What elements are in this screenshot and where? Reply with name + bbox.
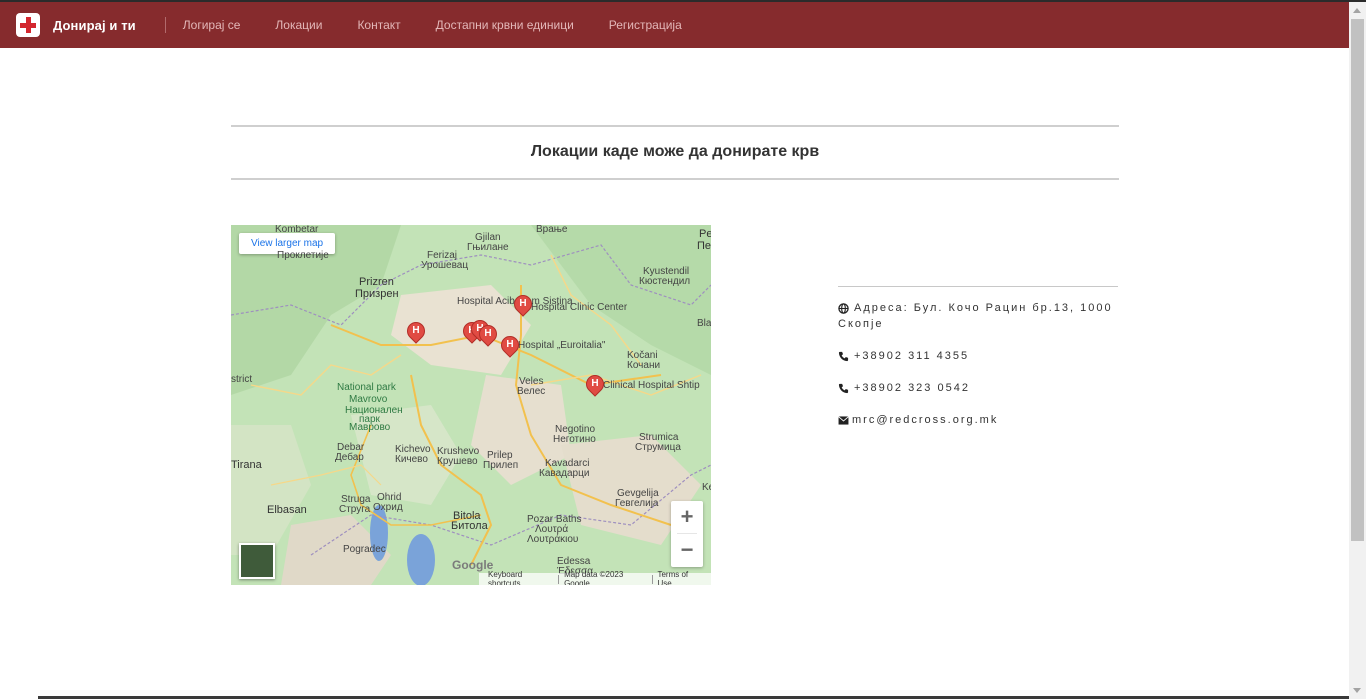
map-label-kavadarci-cyr: Кавадарци bbox=[539, 468, 590, 479]
phone-icon bbox=[838, 351, 850, 362]
map-label-bitola-cyr: Битола bbox=[451, 520, 488, 532]
zoom-out-button[interactable]: − bbox=[671, 534, 703, 566]
map-label-proklet: Проклетије bbox=[277, 250, 329, 261]
globe-icon bbox=[838, 302, 850, 314]
map-label-gnjilane: Гњилане bbox=[467, 242, 509, 253]
brand[interactable]: Донирај и ти bbox=[16, 13, 136, 37]
phone-icon bbox=[838, 383, 850, 394]
nav-link-contact[interactable]: Контакт bbox=[357, 18, 400, 32]
map-label-krushevo-cyr: Крушево bbox=[437, 456, 478, 467]
map-label-mavrovo-cyr: Маврово bbox=[349, 422, 391, 433]
nav-divider bbox=[164, 17, 166, 33]
map-label-negotino-cyr: Неготино bbox=[553, 434, 596, 445]
nav-links: Логирај се Локации Контакт Достапни крвн… bbox=[183, 18, 717, 32]
contact-address: Адреса: Бул. Кочо Рацин бр.13, 1000 Скоп… bbox=[838, 300, 1118, 332]
map-zoom-controls: + − bbox=[671, 501, 703, 567]
map-label-elbasan: Elbasan bbox=[267, 504, 307, 516]
address-text: Адреса: Бул. Кочо Рацин бр.13, 1000 Скоп… bbox=[838, 302, 1113, 330]
map-label-urosevac: Урошевац bbox=[421, 260, 469, 271]
phone-2-text[interactable]: +38902 323 0542 bbox=[854, 382, 970, 394]
map-label-kichevo-cyr: Кичево bbox=[395, 454, 428, 465]
nav-link-locations[interactable]: Локации bbox=[275, 18, 322, 32]
contact-email: mrc@redcross.org.mk bbox=[838, 412, 1118, 428]
envelope-icon bbox=[838, 415, 850, 425]
scroll-down-arrow-icon[interactable] bbox=[1353, 688, 1361, 693]
navbar: Донирај и ти Логирај се Локации Контакт … bbox=[0, 2, 1349, 48]
phone-1-text[interactable]: +38902 311 4355 bbox=[854, 350, 969, 362]
map-layer-toggle[interactable] bbox=[239, 543, 275, 579]
map-attribution: Keyboard shortcuts Map data ©2023 Google… bbox=[479, 570, 711, 585]
map-label-struga-cyr: Струга bbox=[339, 504, 371, 515]
map-label-veles-cyr: Велес bbox=[517, 386, 546, 397]
locations-map[interactable]: View larger map Kombetar Врање Pe Пе Про… bbox=[231, 225, 711, 585]
contact-rule bbox=[838, 286, 1118, 287]
brand-name[interactable]: Донирај и ти bbox=[53, 18, 136, 33]
map-label-strumica-cyr: Струмица bbox=[635, 442, 681, 453]
keyboard-shortcuts-link[interactable]: Keyboard shortcuts bbox=[483, 570, 558, 585]
map-label-kyustendil-cyr: Кюстендил bbox=[639, 276, 691, 287]
map-label-pe: Pe bbox=[699, 228, 711, 240]
email-text[interactable]: mrc@redcross.org.mk bbox=[852, 414, 998, 426]
map-label-ohrid-cyr: Охрид bbox=[373, 502, 403, 513]
map-label-prizren: Prizren bbox=[359, 276, 394, 288]
terms-link[interactable]: Terms of Use bbox=[652, 570, 707, 585]
map-label-hospital-clinic: Hospital Clinic Center bbox=[531, 302, 628, 313]
scroll-up-arrow-icon[interactable] bbox=[1353, 8, 1361, 13]
zoom-in-button[interactable]: + bbox=[671, 501, 703, 533]
map-label-ke: Ke bbox=[702, 482, 711, 493]
map-label-vranje: Врање bbox=[536, 225, 568, 235]
map-label-clinical-shtip: Clinical Hospital Shtip bbox=[603, 380, 700, 391]
map-label-mavrovo: Mavrovo bbox=[349, 394, 388, 405]
map-label-pogradec: Pogradec bbox=[343, 544, 386, 555]
nav-link-login[interactable]: Логирај се bbox=[183, 18, 241, 32]
map-label-strict: strict bbox=[231, 374, 253, 385]
contact-phone-2: +38902 323 0542 bbox=[838, 380, 1118, 396]
map-label-kocani-cyr: Кочани bbox=[627, 360, 661, 371]
nav-link-blood-units[interactable]: Достапни крвни единици bbox=[436, 18, 574, 32]
map-label-prilep-cyr: Прилеп bbox=[483, 460, 519, 471]
map-label-prizren-cyr: Призрен bbox=[355, 288, 399, 300]
map-label-pe-cyr: Пе bbox=[697, 240, 711, 252]
title-top-rule bbox=[231, 125, 1119, 127]
map-label-pozar-3: Λουτράκιου bbox=[527, 534, 579, 545]
nav-link-register[interactable]: Регистрација bbox=[609, 18, 682, 32]
map-label-gevgelija-cyr: Гевгелија bbox=[615, 498, 659, 509]
map-label-bla: Bla bbox=[697, 318, 711, 329]
title-bottom-rule bbox=[231, 178, 1119, 180]
map-label-kombetar: Kombetar bbox=[275, 225, 319, 235]
cross-logo-icon bbox=[16, 13, 40, 37]
map-label-tirana: Tirana bbox=[231, 459, 262, 471]
map-label-national-park: National park bbox=[337, 382, 396, 393]
map-label-hospital-euroitalia: Hospital „Euroitalia" bbox=[518, 340, 606, 351]
page-title: Локации каде може да донирате крв bbox=[530, 143, 820, 160]
map-data-text: Map data ©2023 Google bbox=[564, 570, 624, 585]
scrollbar-thumb[interactable] bbox=[1351, 19, 1364, 541]
contact-phone-1: +38902 311 4355 bbox=[838, 348, 1118, 364]
map-label-debar-cyr: Дебар bbox=[335, 452, 364, 463]
page-scrollbar[interactable] bbox=[1349, 2, 1366, 699]
